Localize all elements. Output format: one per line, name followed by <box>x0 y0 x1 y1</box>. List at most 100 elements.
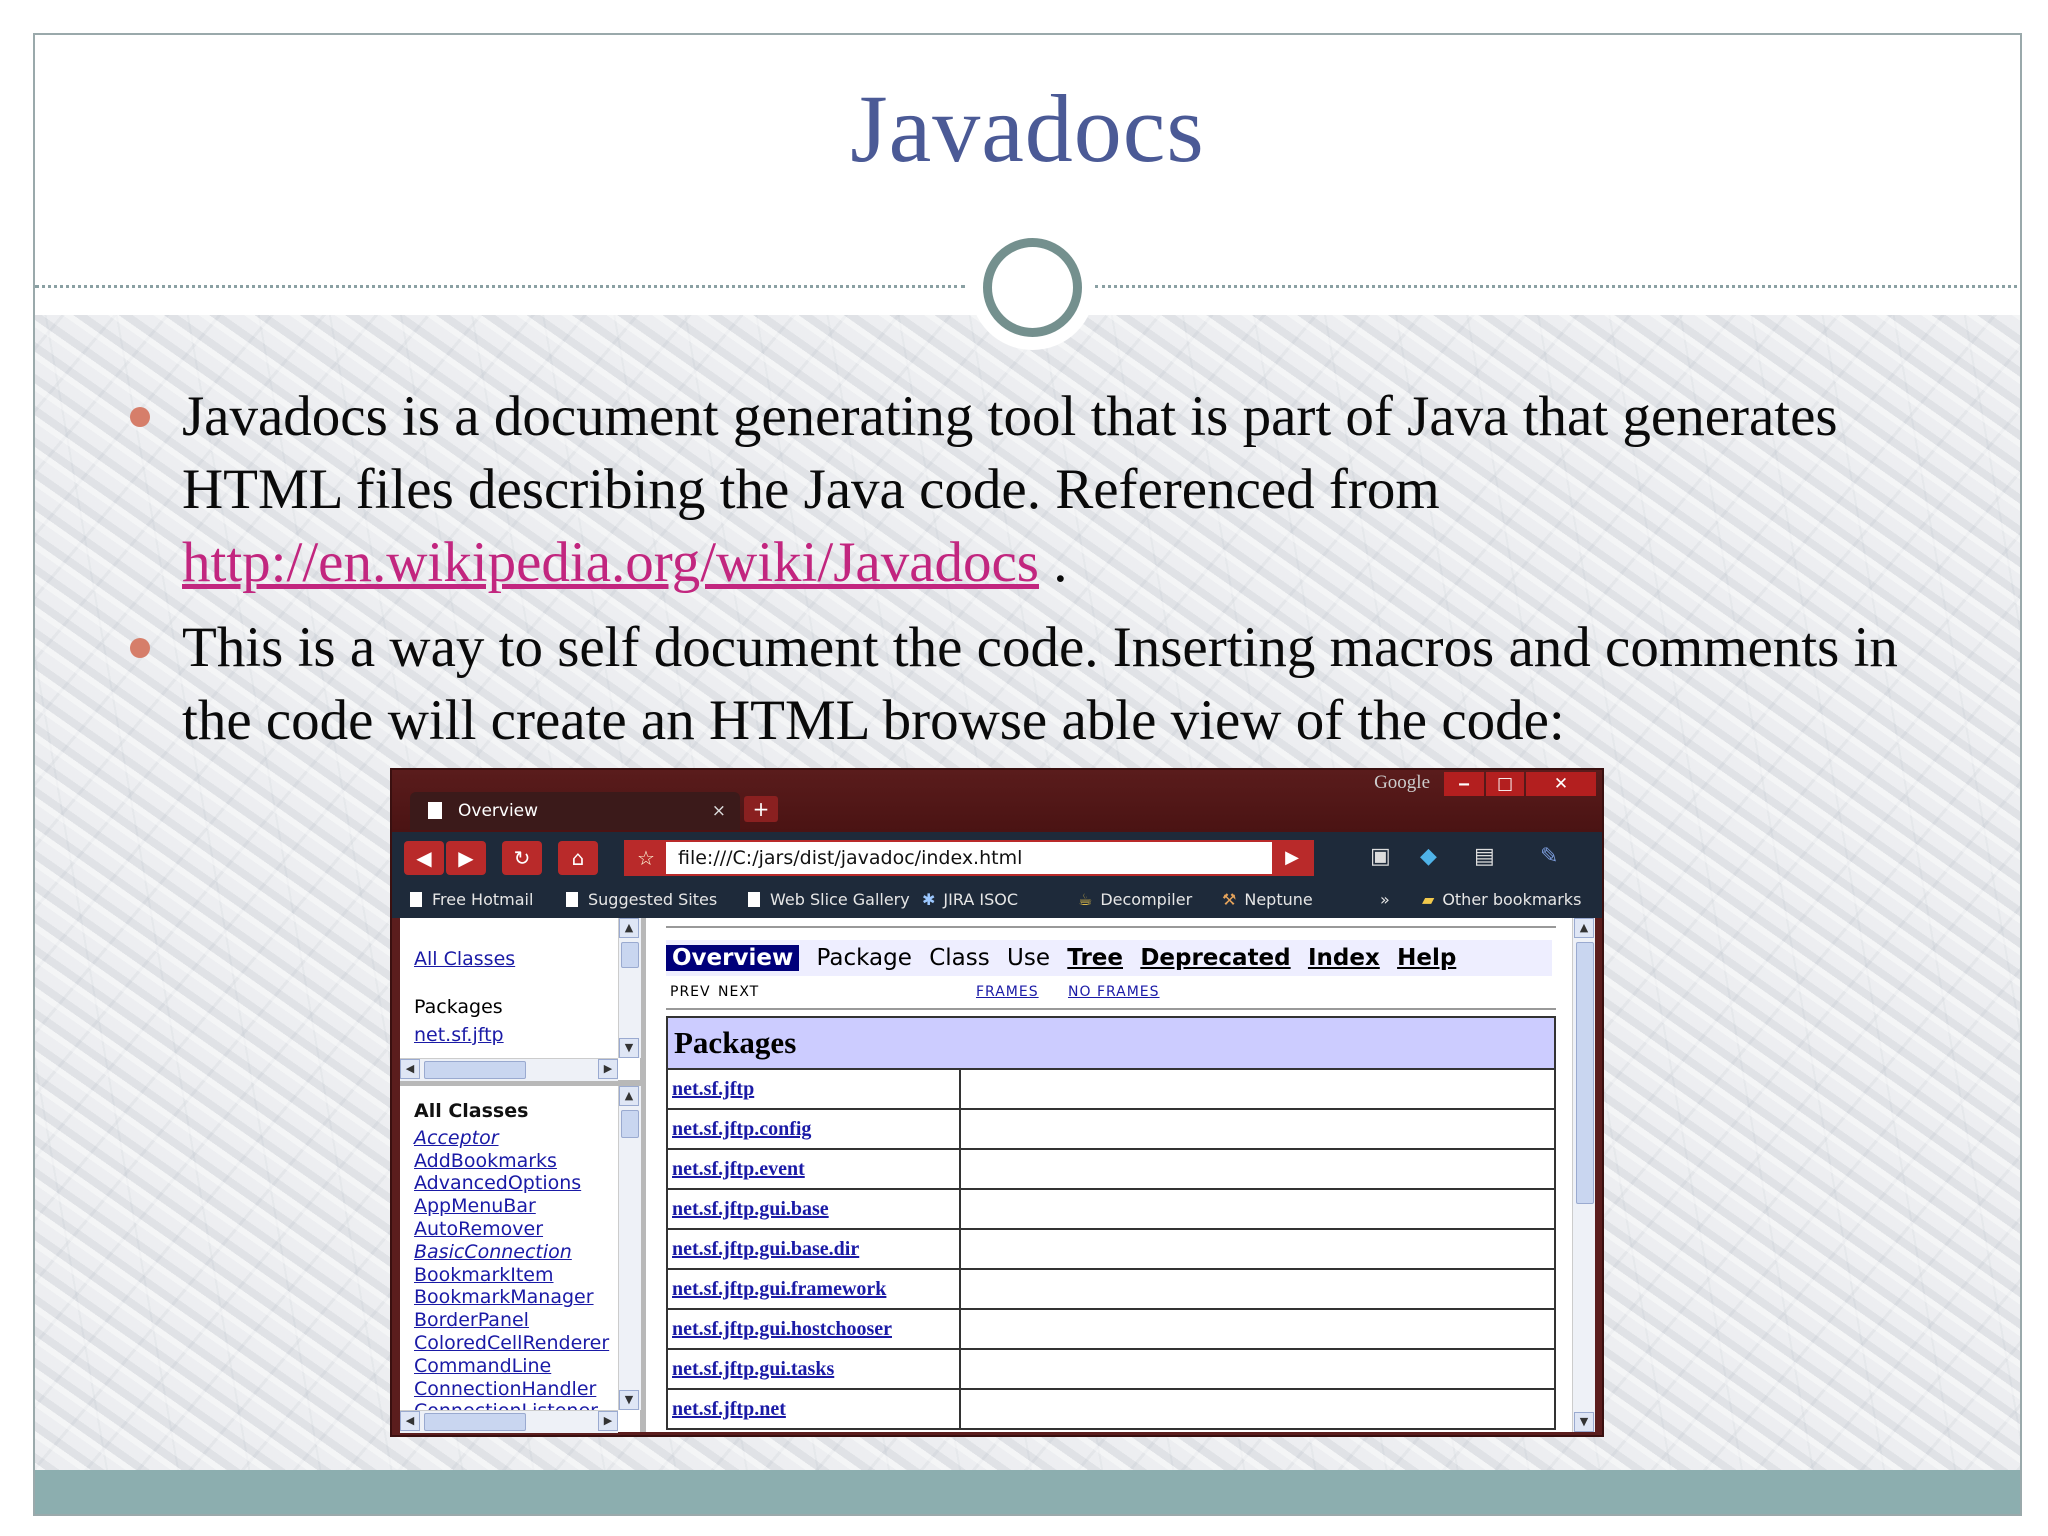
package-link[interactable]: net.sf.jftp.gui.base.dir <box>672 1238 859 1260</box>
reload-icon[interactable]: ↻ <box>502 841 542 875</box>
nav-index[interactable]: Index <box>1308 945 1380 971</box>
page-icon <box>566 892 578 907</box>
packages-frame: All Classes Packages net.sf.jftp ▲ ▼ ◀ ▶ <box>400 918 641 1086</box>
home-icon[interactable]: ⌂ <box>558 841 598 875</box>
scroll-thumb[interactable] <box>621 942 639 968</box>
new-tab-button[interactable]: + <box>744 796 778 822</box>
bookmark-item[interactable]: ✱ JIRA ISOC <box>922 882 1018 918</box>
package-link[interactable]: net.sf.jftp.gui.tasks <box>672 1358 834 1380</box>
browser-titlebar: Overview × + Google ‒ □ ✕ <box>392 770 1602 832</box>
bookmark-item[interactable]: Web Slice Gallery <box>748 882 910 918</box>
classes-scrollbar[interactable]: ▲ ▼ <box>618 1086 641 1410</box>
classes-hscrollbar[interactable]: ◀ ▶ <box>400 1410 618 1433</box>
package-link[interactable]: net.sf.jftp.event <box>672 1158 805 1180</box>
title-divider-left <box>35 285 965 288</box>
neptune-icon: ⚒ <box>1222 890 1237 909</box>
bullet-list: Javadocs is a document generating tool t… <box>130 380 1920 769</box>
page-icon <box>410 892 422 907</box>
scroll-left-icon[interactable]: ◀ <box>400 1059 420 1079</box>
scroll-thumb[interactable] <box>424 1413 526 1431</box>
camera-icon[interactable]: ▣ <box>1370 844 1391 869</box>
nav-next: NEXT <box>718 984 760 1000</box>
page-icon <box>748 892 760 907</box>
class-link[interactable]: AdvancedOptions <box>414 1172 614 1195</box>
package-link[interactable]: net.sf.jftp.config <box>672 1118 811 1140</box>
scroll-thumb[interactable] <box>424 1061 526 1079</box>
table-row: net.sf.jftp.gui.tasks <box>666 1348 1556 1390</box>
slide-title: Javadocs <box>850 75 1205 182</box>
address-bar[interactable]: ☆ file:///C:/jars/dist/javadoc/index.htm… <box>624 840 1314 876</box>
nav-help[interactable]: Help <box>1397 945 1456 971</box>
browser-toolbar: ◀ ▶ ↻ ⌂ ☆ file:///C:/jars/dist/javadoc/i… <box>392 832 1602 882</box>
packages-table: Packages net.sf.jftp net.sf.jftp.config … <box>666 1016 1556 1430</box>
divider-circle-ornament <box>983 238 1082 337</box>
scroll-left-icon[interactable]: ◀ <box>400 1411 420 1431</box>
forward-button[interactable]: ▶ <box>446 841 486 875</box>
minimize-button[interactable]: ‒ <box>1444 772 1484 796</box>
bullet-text: This is a way to self document the code.… <box>182 616 1898 752</box>
page-menu-icon[interactable]: ▤ <box>1474 844 1495 869</box>
bookmark-item[interactable]: ⚒ Neptune <box>1222 882 1313 918</box>
table-row: net.sf.jftp.config <box>666 1108 1556 1150</box>
nav-deprecated[interactable]: Deprecated <box>1140 945 1290 971</box>
scroll-right-icon[interactable]: ▶ <box>598 1411 618 1431</box>
packages-label: Packages <box>414 996 503 1018</box>
bullet-dot-icon <box>130 407 150 427</box>
back-button[interactable]: ◀ <box>404 841 444 875</box>
all-classes-link[interactable]: All Classes <box>414 948 515 970</box>
maximize-button[interactable]: □ <box>1486 772 1524 796</box>
class-link[interactable]: AutoRemover <box>414 1218 614 1241</box>
table-row: net.sf.jftp <box>666 1068 1556 1110</box>
scroll-up-icon[interactable]: ▲ <box>619 918 639 938</box>
scroll-up-icon[interactable]: ▲ <box>619 1086 639 1106</box>
table-row: net.sf.jftp.event <box>666 1148 1556 1190</box>
class-link[interactable]: BasicConnection <box>414 1241 614 1264</box>
main-scrollbar[interactable]: ▲ ▼ <box>1572 918 1595 1432</box>
packages-hscrollbar[interactable]: ◀ ▶ <box>400 1058 618 1081</box>
class-link[interactable]: BookmarkItem <box>414 1264 614 1287</box>
class-link[interactable]: CommandLine <box>414 1355 614 1378</box>
other-bookmarks[interactable]: ▰ Other bookmarks <box>1422 882 1581 918</box>
class-link[interactable]: AppMenuBar <box>414 1195 614 1218</box>
wikipedia-link[interactable]: http://en.wikipedia.org/wiki/Javadocs <box>182 531 1039 594</box>
packages-table-header: Packages <box>666 1016 1556 1070</box>
package-link[interactable]: net.sf.jftp.gui.framework <box>672 1278 886 1300</box>
folder-icon: ▰ <box>1422 890 1435 909</box>
star-icon[interactable]: ☆ <box>626 842 666 874</box>
class-link[interactable]: AddBookmarks <box>414 1150 614 1173</box>
browser-tab[interactable]: Overview × <box>410 792 740 830</box>
package-link[interactable]: net.sf.jftp <box>672 1078 754 1100</box>
frames-link[interactable]: FRAMES <box>976 984 1039 1000</box>
bookmark-item[interactable]: ☕ Decompiler <box>1078 882 1192 918</box>
go-icon[interactable]: ▶ <box>1272 842 1312 874</box>
close-window-button[interactable]: ✕ <box>1526 772 1596 796</box>
left-frames: All Classes Packages net.sf.jftp ▲ ▼ ◀ ▶… <box>400 918 646 1433</box>
scroll-down-icon[interactable]: ▼ <box>619 1390 639 1410</box>
tab-close-icon[interactable]: × <box>712 792 726 830</box>
scroll-thumb[interactable] <box>621 1110 639 1138</box>
no-frames-link[interactable]: NO FRAMES <box>1068 984 1160 1000</box>
class-link[interactable]: ConnectionHandler <box>414 1378 614 1401</box>
package-link[interactable]: net.sf.jftp <box>414 1024 504 1046</box>
bookmark-item[interactable]: Suggested Sites <box>566 882 717 918</box>
nav-tree[interactable]: Tree <box>1067 945 1123 971</box>
tab-label: Overview <box>458 801 539 821</box>
extension-icon[interactable]: ◆ <box>1420 844 1437 869</box>
bookmarks-bar: Free Hotmail Suggested Sites Web Slice G… <box>392 882 1602 918</box>
scroll-down-icon[interactable]: ▼ <box>619 1038 639 1058</box>
scroll-down-icon[interactable]: ▼ <box>1574 1412 1594 1432</box>
class-link[interactable]: Acceptor <box>414 1127 614 1150</box>
class-link[interactable]: BorderPanel <box>414 1309 614 1332</box>
package-link[interactable]: net.sf.jftp.gui.base <box>672 1198 829 1220</box>
package-link[interactable]: net.sf.jftp.gui.hostchooser <box>672 1318 892 1340</box>
class-link[interactable]: ColoredCellRenderer <box>414 1332 614 1355</box>
scroll-right-icon[interactable]: ▶ <box>598 1059 618 1079</box>
package-link[interactable]: net.sf.jftp.net <box>672 1398 786 1420</box>
bookmarks-overflow-icon[interactable]: » <box>1380 882 1390 918</box>
scroll-up-icon[interactable]: ▲ <box>1574 918 1594 938</box>
class-link[interactable]: BookmarkManager <box>414 1286 614 1309</box>
scroll-thumb[interactable] <box>1576 942 1594 1204</box>
bookmark-item[interactable]: Free Hotmail <box>410 882 533 918</box>
packages-scrollbar[interactable]: ▲ ▼ <box>618 918 641 1058</box>
wrench-icon[interactable]: ✎ <box>1540 844 1558 869</box>
